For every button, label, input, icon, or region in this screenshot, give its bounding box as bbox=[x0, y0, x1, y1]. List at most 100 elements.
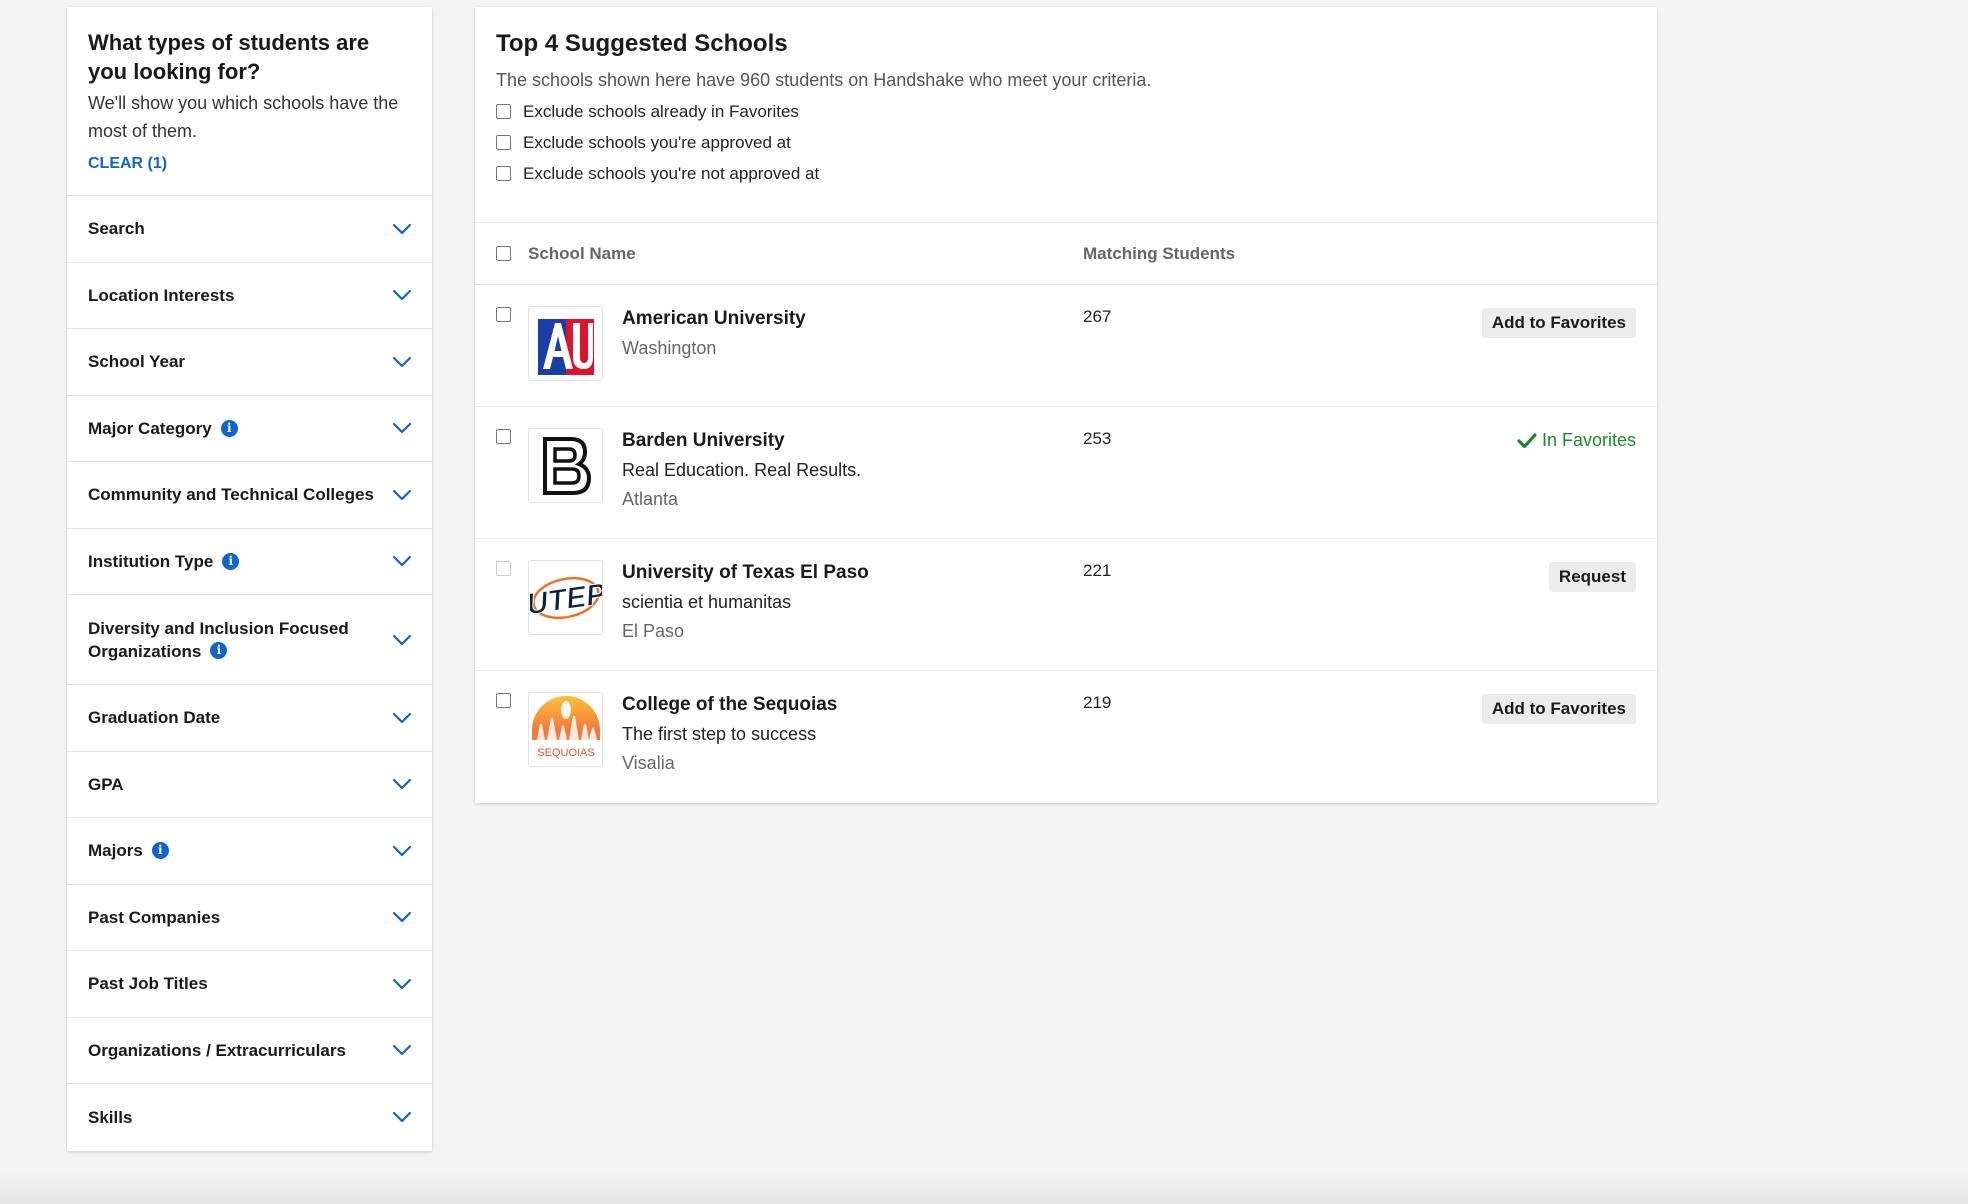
filter-label: Institution Type i bbox=[88, 550, 240, 573]
filter-label: Community and Technical Colleges bbox=[88, 483, 374, 506]
row-checkbox[interactable] bbox=[496, 307, 511, 322]
filter-label: Diversity and Inclusion Focused Organiza… bbox=[88, 617, 358, 663]
column-school-name: School Name bbox=[528, 243, 636, 263]
request-button[interactable]: Request bbox=[1548, 562, 1636, 592]
sidebar-header: What types of students are you looking f… bbox=[67, 7, 432, 196]
info-icon[interactable]: i bbox=[222, 552, 240, 570]
row-checkbox[interactable] bbox=[496, 693, 511, 708]
info-icon[interactable]: i bbox=[151, 842, 169, 860]
barden-university-logo bbox=[528, 428, 603, 503]
in-favorites-label: In Favorites bbox=[1541, 430, 1636, 450]
page-bottom-edge bbox=[0, 1168, 1968, 1204]
school-city: Atlanta bbox=[622, 489, 679, 509]
sequoias-logo-text: SEQUOIAS bbox=[537, 747, 594, 759]
filter-label: School Year bbox=[88, 350, 185, 373]
school-city: Washington bbox=[622, 338, 717, 358]
school-name[interactable]: Barden University bbox=[622, 429, 861, 453]
chevron-down-icon bbox=[392, 634, 412, 645]
filter-list: Search Location Interests School Year Major… bbox=[67, 196, 432, 1151]
college-of-the-sequoias-logo: SEQUOIAS bbox=[528, 692, 603, 767]
info-icon[interactable]: i bbox=[210, 641, 228, 659]
american-university-logo bbox=[528, 306, 603, 381]
add-to-favorites-button[interactable]: Add to Favorites bbox=[1481, 308, 1636, 338]
chevron-down-icon bbox=[392, 223, 412, 234]
chevron-down-icon bbox=[392, 1045, 412, 1056]
matching-student-count: 267 bbox=[1083, 307, 1112, 326]
filter-majors[interactable]: Majors i bbox=[67, 818, 432, 885]
filter-label: Search bbox=[88, 217, 145, 240]
filter-location-interests[interactable]: Location Interests bbox=[67, 263, 432, 329]
exclude-favorites-label: Exclude schools already in Favorites bbox=[523, 101, 799, 121]
select-all-checkbox[interactable] bbox=[496, 246, 511, 261]
sidebar-title: What types of students are you looking f… bbox=[88, 30, 370, 84]
matching-student-count: 219 bbox=[1083, 693, 1112, 712]
table-row: American University Washington 267 Add t… bbox=[475, 285, 1657, 407]
chevron-down-icon bbox=[392, 489, 412, 500]
chevron-down-icon bbox=[392, 912, 412, 923]
filter-gpa[interactable]: GPA bbox=[67, 752, 432, 818]
filter-skills[interactable]: Skills bbox=[67, 1084, 432, 1151]
filter-label: Graduation Date bbox=[88, 706, 220, 729]
filter-label-text: Past Job Titles bbox=[88, 974, 208, 994]
filter-organizations-extracurriculars[interactable]: Organizations / Extracurriculars bbox=[67, 1018, 432, 1084]
page-title: Top 4 Suggested Schools bbox=[496, 30, 788, 57]
filter-label-text: Institution Type bbox=[88, 551, 214, 571]
filter-label-text: Past Companies bbox=[88, 907, 221, 927]
school-city: El Paso bbox=[622, 621, 685, 641]
filter-diversity-and-inclusion-focused-organizations[interactable]: Diversity and Inclusion Focused Organiza… bbox=[67, 595, 432, 685]
filter-search[interactable]: Search bbox=[67, 196, 432, 263]
chevron-down-icon bbox=[392, 712, 412, 723]
column-matching-students: Matching Students bbox=[1083, 243, 1236, 263]
filter-label-text: Majors bbox=[88, 841, 143, 861]
school-name[interactable]: University of Texas El Paso bbox=[622, 561, 869, 585]
filter-label: Majors i bbox=[88, 839, 169, 862]
filter-label-text: Community and Technical Colleges bbox=[88, 485, 374, 505]
filter-label-text: Skills bbox=[88, 1107, 133, 1127]
filter-label-text: Organizations / Extracurriculars bbox=[88, 1040, 346, 1060]
checkmark-icon bbox=[1517, 432, 1537, 448]
table-row: Barden University Real Education. Real R… bbox=[475, 407, 1657, 539]
filter-sidebar: What types of students are you looking f… bbox=[67, 7, 432, 1151]
add-to-favorites-button[interactable]: Add to Favorites bbox=[1481, 694, 1636, 724]
filter-label-text: School Year bbox=[88, 352, 186, 372]
filter-major-category[interactable]: Major Category i bbox=[67, 396, 432, 462]
filter-label: Skills bbox=[88, 1106, 132, 1129]
filter-label-text: GPA bbox=[88, 774, 124, 794]
chevron-down-icon bbox=[392, 779, 412, 790]
exclude-approved-label: Exclude schools you're approved at bbox=[523, 132, 791, 152]
school-name[interactable]: American University bbox=[622, 307, 806, 331]
filter-graduation-date[interactable]: Graduation Date bbox=[67, 685, 432, 752]
filter-label: Location Interests bbox=[88, 284, 234, 307]
table-row: SEQUOIAS College of the Sequoias The fir… bbox=[475, 671, 1657, 802]
school-tagline: scientia et humanitas bbox=[622, 592, 792, 612]
exclude-approved-option[interactable]: Exclude schools you're approved at bbox=[496, 131, 1636, 154]
row-checkbox[interactable] bbox=[496, 429, 511, 444]
exclude-not-approved-checkbox[interactable] bbox=[496, 166, 511, 181]
exclude-favorites-option[interactable]: Exclude schools already in Favorites bbox=[496, 100, 1636, 123]
chevron-down-icon bbox=[392, 356, 412, 367]
chevron-down-icon bbox=[392, 1112, 412, 1123]
exclude-not-approved-label: Exclude schools you're not approved at bbox=[523, 163, 820, 183]
in-favorites-status[interactable]: In Favorites bbox=[1517, 430, 1636, 451]
filter-past-job-titles[interactable]: Past Job Titles bbox=[67, 951, 432, 1018]
matching-student-count: 253 bbox=[1083, 429, 1112, 448]
utep-logo: UTEP bbox=[528, 560, 603, 635]
chevron-down-icon bbox=[392, 978, 412, 989]
filter-institution-type[interactable]: Institution Type i bbox=[67, 529, 432, 595]
matching-student-count: 221 bbox=[1083, 561, 1112, 580]
filter-community-and-technical-colleges[interactable]: Community and Technical Colleges bbox=[67, 462, 432, 529]
card-header: Top 4 Suggested Schools The schools show… bbox=[475, 7, 1657, 223]
info-icon[interactable]: i bbox=[220, 419, 238, 437]
page-subtitle: The schools shown here have 960 students… bbox=[496, 70, 1152, 90]
exclude-approved-checkbox[interactable] bbox=[496, 135, 511, 150]
clear-filters-link[interactable]: CLEAR (1) bbox=[88, 155, 167, 173]
row-checkbox-disabled bbox=[496, 561, 511, 576]
chevron-down-icon bbox=[392, 845, 412, 856]
school-info: College of the Sequoias The first step t… bbox=[622, 693, 837, 775]
school-info: American University Washington bbox=[622, 307, 806, 360]
filter-past-companies[interactable]: Past Companies bbox=[67, 885, 432, 951]
school-name[interactable]: College of the Sequoias bbox=[622, 693, 837, 717]
exclude-favorites-checkbox[interactable] bbox=[496, 104, 511, 119]
exclude-not-approved-option[interactable]: Exclude schools you're not approved at bbox=[496, 162, 1636, 185]
filter-school-year[interactable]: School Year bbox=[67, 329, 432, 396]
